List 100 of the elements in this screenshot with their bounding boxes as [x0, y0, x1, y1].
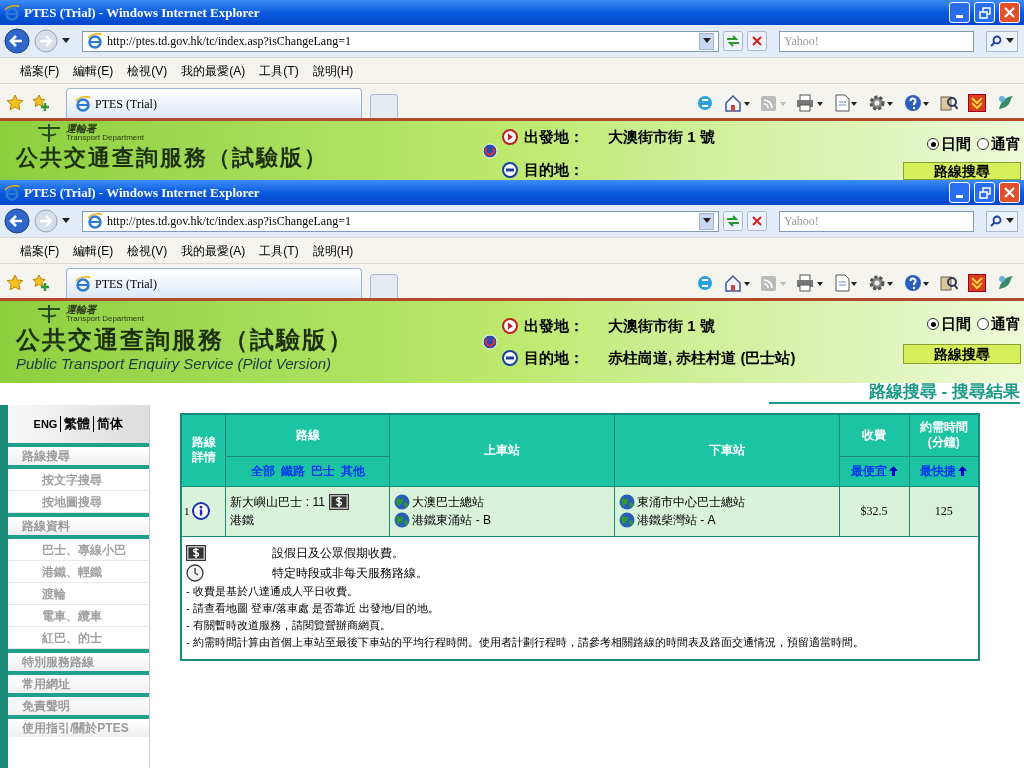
location-value: 大澳街市街 1 號: [608, 315, 715, 336]
page-icon[interactable]: [75, 95, 91, 112]
column-header: 收費: [839, 414, 910, 456]
search-button[interactable]: [986, 30, 1018, 52]
filter-link[interactable]: 巴士: [310, 462, 335, 480]
caret-icon[interactable]: [1006, 218, 1014, 224]
add-favorite-icon[interactable]: [32, 274, 50, 292]
browser-tab[interactable]: PTES (Trial): [66, 268, 362, 298]
page-title: 路線搜尋 - 搜尋結果: [768, 383, 1020, 404]
settings-icon[interactable]: [868, 274, 894, 292]
chat-icon[interactable]: [696, 274, 714, 292]
logo-icon: [36, 303, 62, 325]
play-icon: [502, 129, 518, 146]
address-field[interactable]: http://ptes.td.gov.hk/tc/index.asp?isChangeLang=1: [82, 30, 719, 52]
search-icon[interactable]: [990, 215, 1002, 227]
close-icon[interactable]: [1004, 7, 1015, 18]
settings-icon[interactable]: [868, 94, 894, 112]
printer-icon[interactable]: [796, 94, 824, 112]
search-field[interactable]: Yahoo!: [779, 210, 974, 232]
filter-link[interactable]: 其他: [340, 462, 365, 480]
menu-item[interactable]: 檔案(F): [20, 241, 60, 260]
add-favorite-icon[interactable]: [32, 94, 50, 112]
menu-item[interactable]: 工具(T): [259, 241, 299, 260]
favorites-star-icon[interactable]: [6, 274, 24, 292]
address-dropdown-button[interactable]: [699, 212, 714, 230]
close-button[interactable]: [999, 2, 1020, 23]
menu-item[interactable]: 檔案(F): [20, 61, 60, 80]
history-dropdown-icon[interactable]: [62, 218, 70, 224]
browser-logo-icon: [4, 184, 20, 201]
menu-item[interactable]: 我的最愛(A): [181, 241, 246, 260]
home-icon[interactable]: [724, 274, 750, 292]
swap-icon[interactable]: [482, 334, 498, 350]
refresh-button[interactable]: [723, 31, 743, 51]
stop-button[interactable]: [747, 31, 767, 51]
help-icon[interactable]: [904, 94, 930, 112]
route-search-button[interactable]: 路線搜尋: [903, 161, 1021, 180]
chat-icon[interactable]: [696, 94, 714, 112]
history-dropdown-icon[interactable]: [62, 38, 70, 44]
time-radio[interactable]: 通宵: [977, 313, 1021, 336]
language-link[interactable]: ENG: [33, 415, 58, 433]
page-menu-icon[interactable]: [834, 274, 858, 292]
caret-icon[interactable]: [1006, 38, 1014, 44]
language-link[interactable]: 简体: [97, 414, 124, 434]
address-field[interactable]: http://ptes.td.gov.hk/tc/index.asp?isChangeLang=1: [82, 210, 719, 232]
globe-icon[interactable]: [618, 512, 635, 528]
time-radio[interactable]: 日間: [927, 313, 971, 336]
address-dropdown-button[interactable]: [699, 32, 714, 50]
location-label: 出發地：: [524, 127, 585, 147]
search-field[interactable]: Yahoo!: [779, 30, 974, 52]
minimize-button[interactable]: [949, 182, 970, 203]
swap-icon[interactable]: [482, 142, 498, 159]
up-arrow-icon[interactable]: [958, 466, 968, 476]
menu-item[interactable]: 檢視(V): [127, 241, 168, 260]
stop-button[interactable]: [747, 211, 767, 231]
stop-name: 東涌市中心巴士總站: [636, 494, 745, 511]
download-icon[interactable]: [968, 274, 986, 292]
route-search-button[interactable]: 路線搜尋: [903, 343, 1021, 364]
help-icon[interactable]: [904, 274, 930, 292]
time-radio[interactable]: 日間: [927, 133, 971, 156]
search-button[interactable]: [986, 210, 1018, 232]
stop-name: 港鐵柴灣站 - A: [636, 512, 716, 529]
browser-tab[interactable]: PTES (Trial): [66, 88, 362, 118]
site-title: 公共交通查詢服務（試驗版）: [16, 144, 329, 172]
search-icon[interactable]: [990, 35, 1002, 47]
menu-item[interactable]: 工具(T): [259, 61, 299, 80]
language-link[interactable]: 繁體: [64, 414, 91, 434]
filter-link[interactable]: 全部: [250, 462, 275, 480]
menu-item[interactable]: 我的最愛(A): [181, 61, 246, 80]
printer-icon[interactable]: [796, 274, 824, 292]
back-button[interactable]: [4, 208, 30, 234]
favorites-star-icon[interactable]: [6, 94, 24, 112]
caret-icon[interactable]: [702, 38, 711, 44]
minimize-button[interactable]: [949, 2, 970, 23]
page-icon: [87, 33, 103, 49]
time-radio[interactable]: 通宵: [977, 133, 1021, 156]
menu-item[interactable]: 檢視(V): [127, 61, 168, 80]
research-icon[interactable]: [940, 94, 958, 112]
info-icon[interactable]: [191, 502, 210, 520]
up-arrow-icon[interactable]: [888, 466, 898, 476]
close-icon[interactable]: [1004, 187, 1015, 198]
note-text: - 約需時間計算由首個上車站至最後下車站的平均行程時間。使用者計劃行程時，請參考相關路線的時間表及路面交通情況，預留適當時間。: [186, 634, 865, 650]
globe-icon[interactable]: [394, 512, 411, 528]
caret-icon[interactable]: [702, 218, 711, 224]
download-icon[interactable]: [968, 94, 986, 112]
research-icon[interactable]: [940, 274, 958, 292]
close-button[interactable]: [999, 182, 1020, 203]
menu-item[interactable]: 說明(H): [312, 241, 354, 260]
filter-link[interactable]: 鐵路: [280, 462, 305, 480]
refresh-button[interactable]: [723, 211, 743, 231]
page-icon[interactable]: [75, 275, 91, 292]
menu-item[interactable]: 說明(H): [312, 61, 354, 80]
page-menu-icon[interactable]: [834, 94, 858, 112]
menu-item[interactable]: 編輯(E): [73, 241, 114, 260]
globe-icon[interactable]: [394, 494, 411, 510]
back-button[interactable]: [4, 28, 30, 54]
menu-item[interactable]: 編輯(E): [73, 61, 114, 80]
home-icon[interactable]: [724, 94, 750, 112]
browser-logo-icon: [4, 4, 20, 21]
globe-icon[interactable]: [618, 494, 635, 510]
legend-text: 特定時段或非每天服務路線。: [272, 564, 428, 582]
